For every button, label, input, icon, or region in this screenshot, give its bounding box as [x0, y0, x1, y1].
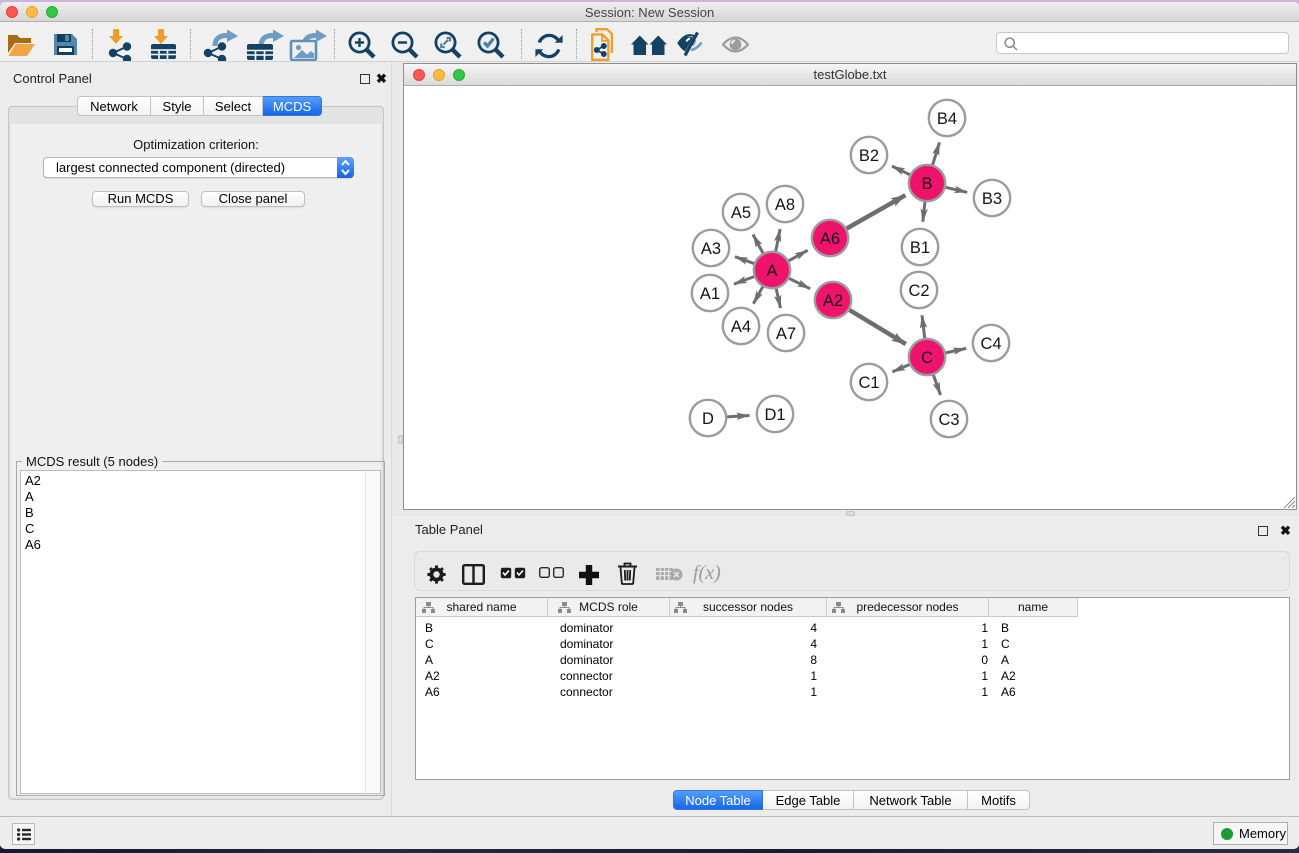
svg-text:A5: A5 — [731, 204, 751, 222]
svg-text:D: D — [702, 410, 714, 428]
svg-text:B2: B2 — [859, 147, 879, 165]
svg-text:B1: B1 — [910, 239, 930, 257]
svg-text:A7: A7 — [776, 325, 796, 343]
svg-text:A6: A6 — [820, 230, 840, 248]
svg-text:C4: C4 — [980, 335, 1001, 353]
svg-text:A4: A4 — [731, 318, 751, 336]
svg-text:B4: B4 — [937, 110, 957, 128]
svg-text:C2: C2 — [908, 282, 929, 300]
svg-text:A2: A2 — [823, 292, 843, 310]
svg-text:C1: C1 — [858, 374, 879, 392]
svg-text:A: A — [766, 262, 777, 280]
svg-text:B3: B3 — [982, 190, 1002, 208]
svg-text:D1: D1 — [764, 406, 785, 424]
svg-text:A1: A1 — [700, 285, 720, 303]
svg-text:C: C — [921, 349, 933, 367]
svg-text:C3: C3 — [938, 411, 959, 429]
svg-text:B: B — [921, 175, 932, 193]
svg-text:A8: A8 — [775, 196, 795, 214]
svg-text:A3: A3 — [701, 240, 721, 258]
